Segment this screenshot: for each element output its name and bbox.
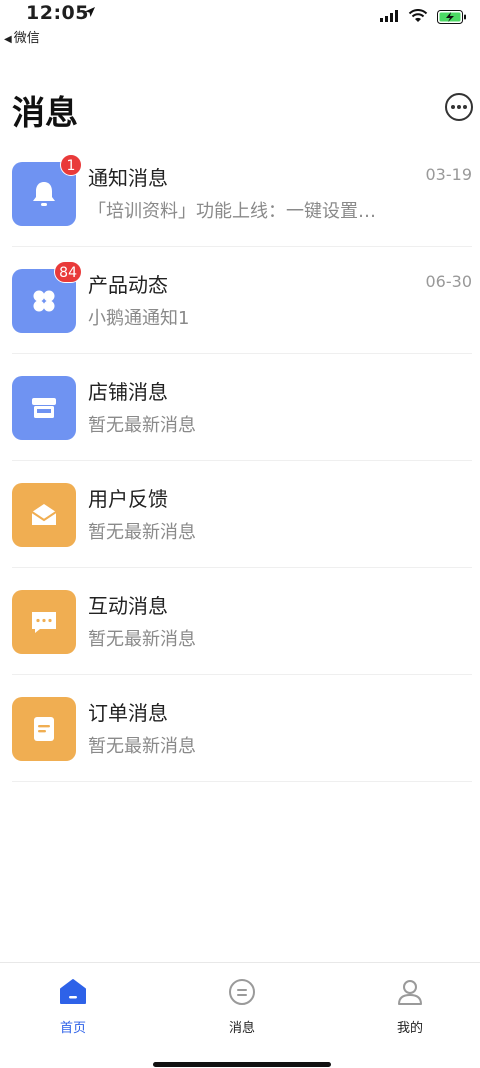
bell-icon [33,182,55,206]
message-item-interaction[interactable]: 互动消息 暂无最新消息 [0,568,480,675]
message-title: 订单消息 [88,701,168,725]
tab-profile[interactable]: 我的 [350,977,470,1036]
message-preview: 暂无最新消息 [88,629,196,650]
tab-profile-label: 我的 [396,1021,423,1036]
home-indicator [153,1062,331,1067]
tab-messages-label: 消息 [228,1021,255,1036]
notice-tile: 1 [12,154,82,226]
message-title: 用户反馈 [88,487,168,511]
location-arrow-icon [85,7,95,17]
tab-home[interactable]: 首页 [13,977,133,1036]
unread-badge: 84 [54,261,82,283]
message-icon [229,979,255,1005]
message-preview: 「培训资料」功能上线：一键设置… [88,201,376,222]
message-item-feedback[interactable]: 用户反馈 暂无最新消息 [0,461,480,568]
tab-messages[interactable]: 消息 [182,977,302,1036]
status-bar: 12:05 ◀ 微信 [0,0,480,46]
message-item-order[interactable]: 订单消息 暂无最新消息 [0,675,480,782]
message-preview: 暂无最新消息 [88,522,196,543]
divider [12,781,472,782]
more-icon [451,105,467,109]
order-tile [12,697,76,761]
tab-bar: 首页 消息 我的 [0,962,480,1068]
unread-badge: 1 [60,154,82,176]
back-to-app[interactable]: ◀ 微信 [4,27,40,46]
feedback-tile [12,483,76,547]
message-item-product[interactable]: 84 产品动态 小鹅通通知1 06-30 [0,247,480,354]
signal-icon [380,10,398,22]
message-date: 06-30 [425,272,473,291]
battery-icon [437,10,466,24]
home-icon [60,979,86,1004]
message-title: 产品动态 [88,273,168,297]
tab-home-label: 首页 [59,1021,86,1036]
message-preview: 小鹅通通知1 [88,308,190,329]
store-tile [12,376,76,440]
message-item-notice[interactable]: 1 通知消息 「培训资料」功能上线：一键设置… 03-19 [0,140,480,247]
back-triangle-icon: ◀ [4,34,12,45]
back-app-label: 微信 [13,31,40,46]
message-title: 店铺消息 [88,380,168,404]
product-tile: 84 [12,261,82,333]
message-list: 1 通知消息 「培训资料」功能上线：一键设置… 03-19 84 产品动态 小鹅… [0,140,480,782]
grid-icon [33,290,55,312]
message-title: 通知消息 [88,166,168,190]
document-icon [34,717,54,741]
message-preview: 暂无最新消息 [88,736,196,757]
store-icon [32,398,56,418]
profile-icon [398,980,422,1005]
chat-icon [32,612,56,633]
envelope-icon [31,504,57,525]
interaction-tile [12,590,76,654]
message-preview: 暂无最新消息 [88,415,196,436]
more-options-button[interactable] [445,93,473,121]
message-item-store[interactable]: 店铺消息 暂无最新消息 [0,354,480,461]
message-title: 互动消息 [88,594,168,618]
status-time: 12:05 [26,2,89,24]
message-date: 03-19 [425,165,473,184]
page-title: 消息 [12,93,78,132]
wifi-icon [408,9,428,22]
